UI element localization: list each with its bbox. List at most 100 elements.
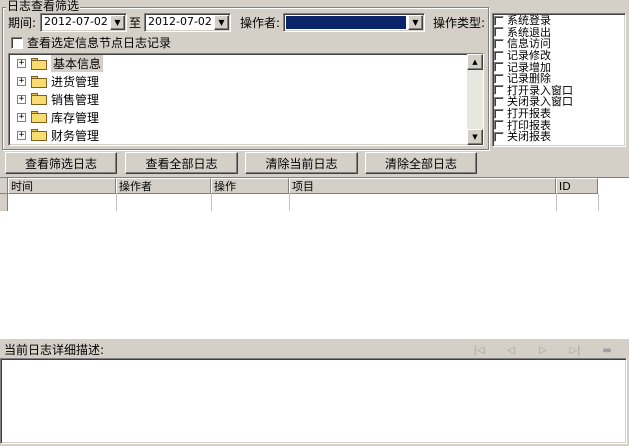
node-log-checkbox-box[interactable]: [11, 37, 23, 49]
date-from-picker[interactable]: 2012-07-02 ▼: [40, 13, 127, 32]
tree-vertical-scrollbar[interactable]: ▲ ▼: [467, 54, 483, 145]
detail-label: 当前日志详细描述:: [4, 343, 105, 357]
optype-checkbox[interactable]: [494, 131, 504, 142]
optype-item[interactable]: 关闭报表: [493, 131, 625, 143]
tree-node-label: 财务管理: [51, 128, 100, 143]
optype-checkbox[interactable]: [494, 96, 504, 107]
optype-item-label: 关闭录入窗口: [507, 95, 573, 109]
prev-record-icon[interactable]: ◁: [502, 343, 520, 357]
view-all-log-button[interactable]: 查看全部日志: [125, 152, 238, 174]
tree-node-label: 基本信息: [51, 55, 104, 73]
optype-checkbox[interactable]: [494, 73, 504, 84]
expand-icon[interactable]: +: [17, 112, 26, 122]
operator-dropdown-button[interactable]: ▼: [408, 15, 423, 30]
optype-item-label: 记录删除: [507, 72, 551, 86]
expand-icon[interactable]: +: [17, 130, 26, 140]
first-record-icon[interactable]: |◁: [470, 343, 488, 357]
tree-node-label: 员工工资: [51, 144, 99, 145]
column-header-operator[interactable]: 操作者: [116, 178, 211, 194]
tree-node-label: 库存管理: [51, 110, 100, 125]
last-record-icon[interactable]: ▷|: [566, 343, 584, 357]
grid-line: [211, 194, 212, 211]
optype-item-label: 关闭报表: [507, 130, 551, 144]
date-from-value: 2012-07-02: [44, 15, 108, 28]
optype-checklist[interactable]: 系统登录 系统退出 信息访问 记录修改 记录增加 记录删除 打开录入窗口 关闭录入窗口 打开报表…: [492, 13, 626, 147]
tree-node[interactable]: + 库存管理: [9, 108, 467, 126]
tree-node-label: 进货管理: [51, 75, 100, 90]
clear-current-log-button[interactable]: 清除当前日志: [245, 152, 358, 174]
triangle-down-icon: ▼: [218, 18, 225, 27]
optype-checkbox[interactable]: [494, 108, 504, 119]
optype-item[interactable]: 打开报表: [493, 108, 625, 120]
triangle-down-icon: ▼: [472, 133, 478, 141]
optype-checkbox[interactable]: [494, 85, 504, 96]
triangle-down-icon: ▼: [114, 18, 121, 27]
folder-icon: [31, 129, 47, 142]
optype-item-label: 打印报表: [507, 118, 551, 132]
node-log-checkbox-label: 查看选定信息节点日志记录: [27, 36, 172, 50]
date-to-dropdown-button[interactable]: ▼: [214, 15, 229, 30]
optype-checkbox[interactable]: [494, 120, 504, 131]
tree-node[interactable]: +员工工资: [9, 144, 467, 145]
row-indicator-column: [0, 178, 8, 194]
column-header-operation[interactable]: 操作: [211, 178, 289, 194]
tree-node[interactable]: + 进货管理: [9, 73, 467, 91]
period-label: 期间:: [8, 16, 37, 30]
tree-rows: + 基本信息 + 进货管理 + 销售管理 + 库存管理 + 财务管理+员工工资: [9, 55, 467, 145]
optype-item-label: 打开报表: [507, 107, 551, 121]
next-record-icon[interactable]: ▷: [534, 343, 552, 357]
optype-checkbox[interactable]: [494, 27, 504, 38]
expand-icon[interactable]: +: [17, 77, 26, 87]
view-filtered-log-button[interactable]: 查看筛选日志: [5, 152, 117, 174]
optype-item-label: 信息访问: [507, 37, 551, 51]
tree-node[interactable]: + 销售管理: [9, 91, 467, 109]
grid-line: [289, 194, 290, 211]
log-table[interactable]: 时间 操作者 操作 项目 ID: [0, 177, 629, 339]
triangle-up-icon: ▲: [472, 58, 478, 66]
date-from-dropdown-button[interactable]: ▼: [110, 15, 125, 30]
column-header-item[interactable]: 项目: [289, 178, 556, 194]
info-tree[interactable]: + 基本信息 + 进货管理 + 销售管理 + 库存管理 + 财务管理+员工工资 ▲ ▼: [8, 53, 484, 146]
date-to-picker[interactable]: 2012-07-02 ▼: [144, 13, 231, 32]
tree-node[interactable]: + 财务管理: [9, 126, 467, 144]
optype-checkbox[interactable]: [494, 38, 504, 49]
clear-all-log-button[interactable]: 清除全部日志: [365, 152, 477, 174]
column-header-id[interactable]: ID: [556, 178, 598, 194]
tree-node[interactable]: + 基本信息: [9, 55, 467, 73]
grid-line: [556, 194, 557, 211]
column-header-time[interactable]: 时间: [8, 178, 116, 194]
folder-icon: [31, 111, 47, 124]
to-label: 至: [129, 16, 142, 30]
optype-item[interactable]: 关闭录入窗口: [493, 96, 625, 108]
optype-item-label: 系统登录: [507, 14, 551, 28]
date-to-value: 2012-07-02: [148, 15, 212, 28]
node-log-checkbox[interactable]: 查看选定信息节点日志记录: [11, 36, 171, 50]
folder-icon: [31, 93, 47, 106]
operator-select[interactable]: ▼: [283, 13, 425, 32]
optype-item[interactable]: 系统登录: [493, 15, 625, 27]
optype-item[interactable]: 记录删除: [493, 73, 625, 85]
scroll-up-button[interactable]: ▲: [467, 54, 483, 70]
optype-checkbox[interactable]: [494, 50, 504, 61]
minus-icon[interactable]: ▬: [598, 343, 616, 357]
grid-line: [116, 194, 117, 211]
operator-selected-value: [286, 16, 406, 29]
operator-label: 操作者:: [240, 16, 281, 30]
log-detail-textarea[interactable]: [0, 358, 627, 444]
row-indicator-cell: [0, 194, 8, 211]
optype-item[interactable]: 记录修改: [493, 50, 625, 62]
folder-open-icon: [31, 57, 47, 70]
optype-label: 操作类型:: [433, 16, 486, 30]
grid-line: [598, 194, 599, 211]
scroll-down-button[interactable]: ▼: [467, 129, 483, 145]
filter-group-title: 日志查看筛选: [6, 0, 81, 13]
expand-icon[interactable]: +: [17, 94, 26, 104]
expand-icon[interactable]: +: [17, 59, 26, 69]
folder-icon: [31, 75, 47, 88]
record-navigator: |◁ ◁ ▷ ▷| ▬: [470, 343, 616, 357]
optype-item-label: 记录修改: [507, 49, 551, 63]
optype-checkbox[interactable]: [494, 15, 504, 26]
tree-node-label: 销售管理: [51, 92, 100, 107]
optype-checkbox[interactable]: [494, 62, 504, 73]
triangle-down-icon: ▼: [412, 18, 419, 27]
